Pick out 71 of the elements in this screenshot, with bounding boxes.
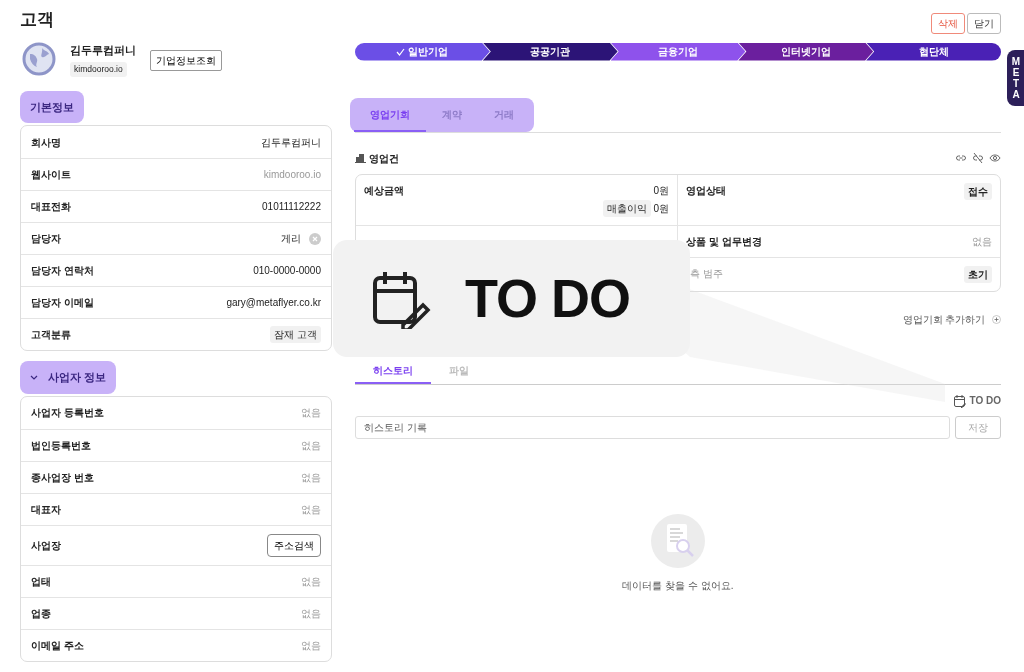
status-tag: 초기 <box>964 266 992 283</box>
field-value: 없음 <box>301 470 321 485</box>
field-label: 예상금액 <box>364 183 404 198</box>
callout-text: TO DO <box>465 267 630 330</box>
field-label: 회사명 <box>31 135 61 150</box>
globe-icon <box>22 41 56 76</box>
link-icon[interactable] <box>955 152 967 164</box>
profit-tag: 매출이익 <box>602 200 651 217</box>
field-label: 종사업장 번호 <box>31 470 94 485</box>
empty-document-icon <box>651 514 705 568</box>
plus-icon <box>992 315 1001 324</box>
stage-step[interactable]: 일반기업 <box>355 42 490 61</box>
field-value: 없음 <box>301 606 321 621</box>
section-title: 영업건 <box>368 151 399 166</box>
field-value: 01011112222 <box>262 200 321 215</box>
field-label: 업종 <box>31 606 51 621</box>
eye-icon[interactable] <box>989 152 1001 164</box>
unlink-icon[interactable] <box>972 152 984 164</box>
tab[interactable]: 영업기회 <box>354 97 426 132</box>
field-label: 담당자 연락처 <box>31 264 94 279</box>
building-icon <box>355 153 366 163</box>
field-label: 영업상태 <box>686 183 726 198</box>
add-opportunity-link[interactable]: 영업기회 추가하기 <box>902 312 1001 327</box>
field-value: 김두루컴퍼니 <box>261 135 321 150</box>
field-value: 없음 <box>301 406 321 421</box>
field-label: 고객분류 <box>31 328 71 343</box>
field-value: kimdooroo.io <box>263 168 321 183</box>
field-label: 이메일 주소 <box>31 638 84 653</box>
section-toggle[interactable]: 사업자 정보 <box>20 361 117 394</box>
stage-step[interactable]: 공공기관 <box>482 42 618 61</box>
domain-tag: kimdooroo.io <box>70 62 127 77</box>
field-label: 사업장 <box>31 538 61 553</box>
field-label: 담당자 이메일 <box>31 296 94 311</box>
history-input[interactable]: 히스토리 기록 <box>355 416 950 439</box>
stage-step[interactable]: 금융기업 <box>610 42 746 61</box>
delete-button[interactable]: 삭제 <box>930 12 965 34</box>
address-search-button[interactable]: 주소검색 <box>267 533 321 557</box>
tab[interactable]: 히스토리 <box>355 359 431 384</box>
check-icon <box>396 47 406 56</box>
lookup-button[interactable]: 기업정보조회 <box>150 49 222 71</box>
section-title: 기본정보 <box>20 90 84 124</box>
todo-button[interactable]: TO DO <box>952 393 1001 408</box>
field-value: 010-0000-0000 <box>253 264 321 279</box>
calendar-edit-icon <box>952 393 967 408</box>
field-value: 없음 <box>301 574 321 589</box>
field-label: 법인등록번호 <box>31 438 91 453</box>
empty-message: 데이터를 찾을 수 없어요. <box>622 579 734 593</box>
field-label: 측 범주 <box>689 267 723 281</box>
status-tag: 접수 <box>964 182 992 200</box>
side-tab[interactable]: META <box>1007 50 1024 106</box>
field-label: 사업자 등록번호 <box>31 406 104 421</box>
page-title: 고객 <box>20 10 54 31</box>
amount-value: 0원 <box>652 183 669 198</box>
stage-step[interactable]: 협단체 <box>866 42 1001 61</box>
field-label: 업태 <box>31 574 51 589</box>
field-value: gary@metaflyer.co.kr <box>226 296 321 311</box>
amount-value: 0원 <box>653 202 669 216</box>
field-value: 없음 <box>301 502 321 517</box>
field-value: 없음 <box>301 638 321 653</box>
field-label: 웹사이트 <box>31 168 71 183</box>
company-name: 김두루컴퍼니 <box>70 42 136 58</box>
field-value: 게리 <box>281 232 301 247</box>
field-value: 없음 <box>972 235 992 249</box>
field-label: 대표전화 <box>31 200 71 215</box>
field-label: 상품 및 업무변경 <box>686 235 762 249</box>
field-label: 담당자 <box>31 232 61 247</box>
field-label: 대표자 <box>31 502 61 517</box>
stage-step[interactable]: 인터넷기업 <box>738 42 874 61</box>
field-value: 없음 <box>301 438 321 453</box>
category-tag: 잠재 고객 <box>270 326 321 344</box>
close-button[interactable]: 닫기 <box>967 12 1001 34</box>
